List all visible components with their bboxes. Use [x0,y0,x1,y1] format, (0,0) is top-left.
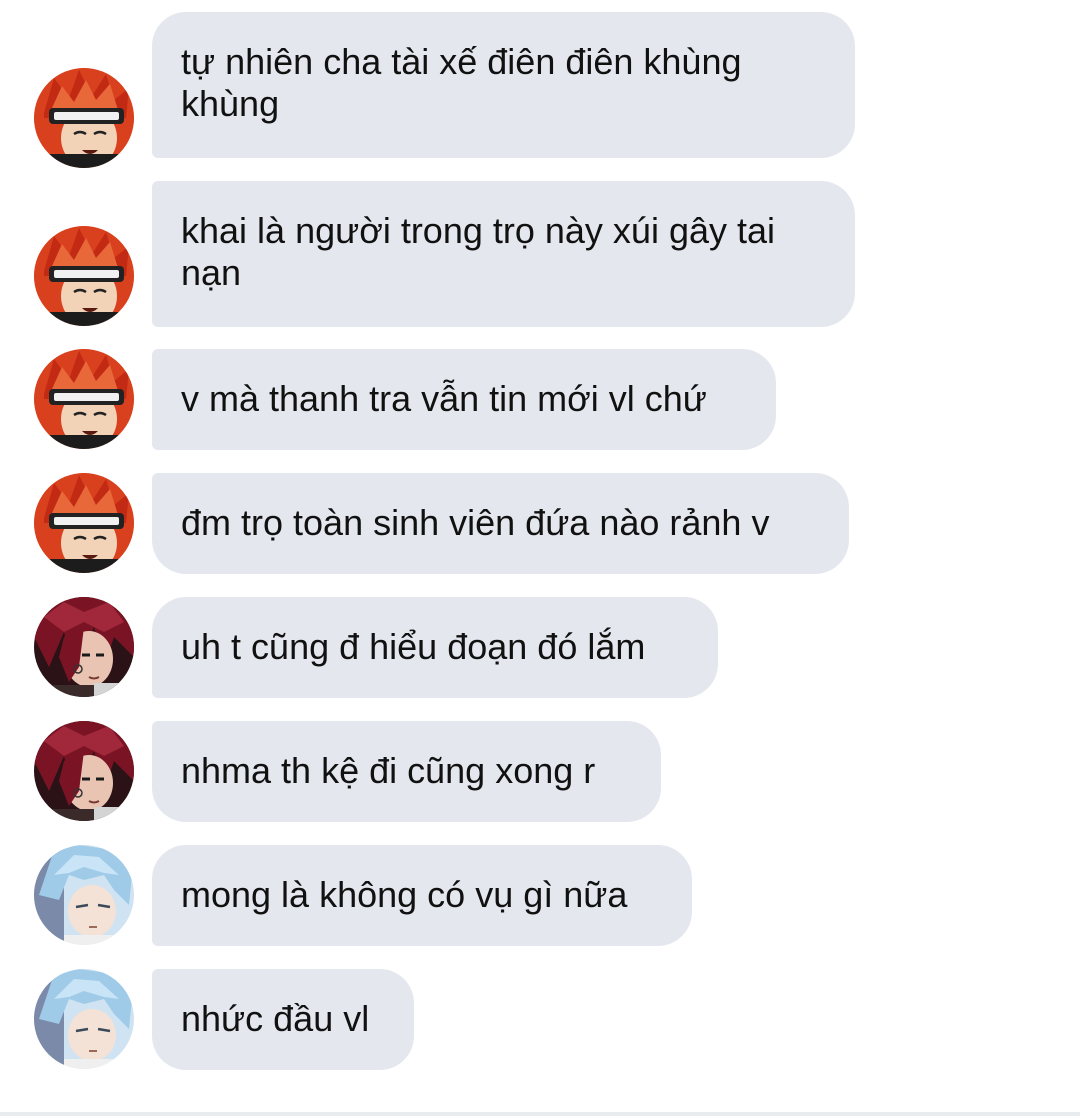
message-bubble[interactable]: tự nhiên cha tài xế điên điên khùng khùn… [152,12,855,158]
dark-red-hair-avatar[interactable] [34,597,134,697]
message-row: nhức đầu vl [0,969,1080,1070]
divider [0,1112,1080,1116]
message-row: mong là không có vụ gì nữa [0,845,1080,946]
blue-hair-avatar[interactable] [34,845,134,945]
message-bubble[interactable]: nhma th kệ đi cũng xong r [152,721,661,822]
blue-hair-avatar[interactable] [34,969,134,1069]
message-bubble[interactable]: mong là không có vụ gì nữa [152,845,692,946]
message-bubble[interactable]: đm trọ toàn sinh viên đứa nào rảnh v [152,473,849,574]
message-row: nhma th kệ đi cũng xong r [0,721,1080,822]
message-row: khai là người trong trọ này xúi gây tai … [0,181,1080,327]
message-row: v mà thanh tra vẫn tin mới vl chứ [0,349,1080,450]
message-text: đm trọ toàn sinh viên đứa nào rảnh v [181,502,770,543]
message-text: nhức đầu vl [181,998,370,1039]
message-row: uh t cũng đ hiểu đoạn đó lắm [0,597,1080,698]
chat-thread: tự nhiên cha tài xế điên điên khùng khùn… [0,0,1080,1116]
message-bubble[interactable]: khai là người trong trọ này xúi gây tai … [152,181,855,327]
red-hair-headband-avatar[interactable] [34,473,134,573]
message-text: khai là người trong trọ này xúi gây tai … [181,210,776,293]
message-bubble[interactable]: v mà thanh tra vẫn tin mới vl chứ [152,349,776,450]
message-text: v mà thanh tra vẫn tin mới vl chứ [181,378,707,419]
message-text: tự nhiên cha tài xế điên điên khùng khùn… [181,41,742,124]
message-text: mong là không có vụ gì nữa [181,874,628,915]
message-row: tự nhiên cha tài xế điên điên khùng khùn… [0,12,1080,168]
message-bubble[interactable]: uh t cũng đ hiểu đoạn đó lắm [152,597,718,698]
message-row: đm trọ toàn sinh viên đứa nào rảnh v [0,473,1080,574]
dark-red-hair-avatar[interactable] [34,721,134,821]
message-text: nhma th kệ đi cũng xong r [181,750,596,791]
red-hair-headband-avatar[interactable] [34,68,134,168]
red-hair-headband-avatar[interactable] [34,349,134,449]
red-hair-headband-avatar[interactable] [34,226,134,326]
message-text: uh t cũng đ hiểu đoạn đó lắm [181,626,646,667]
message-bubble[interactable]: nhức đầu vl [152,969,414,1070]
